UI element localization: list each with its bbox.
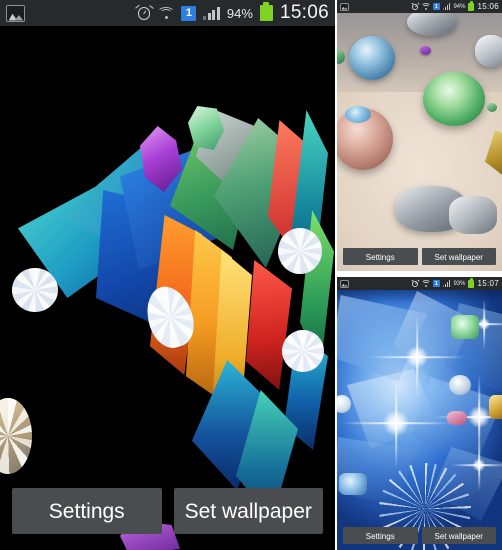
blue-diamond-scene — [337, 277, 502, 550]
sim-badge-icon: 1 — [181, 5, 197, 21]
wallpaper-preview-composite: 1 94% 15:06 Settings Set wallpaper 1 94%… — [0, 0, 502, 550]
status-bar-clock: 15:07 — [477, 279, 499, 288]
gem-gold-wedge — [485, 130, 502, 178]
battery-icon — [468, 1, 475, 11]
gem-blue — [349, 36, 395, 80]
set-wallpaper-button[interactable]: Set wallpaper — [421, 248, 496, 265]
wifi-icon — [157, 6, 176, 20]
status-bar-clock: 15:06 — [477, 2, 499, 11]
gem-green-inset — [451, 315, 479, 339]
signal-bars-icon — [203, 6, 220, 20]
gem-pink-inset — [447, 411, 467, 425]
gem-blue-cluster — [345, 106, 371, 123]
battery-percent-label: 94% — [453, 3, 466, 10]
wifi-icon — [420, 280, 431, 287]
crystal-shard-scene — [0, 0, 335, 550]
gem-amber — [0, 398, 32, 474]
gem-purple-small — [420, 46, 431, 55]
status-bar-clock: 15:06 — [279, 2, 329, 23]
alarm-clock-icon — [411, 2, 420, 10]
wifi-icon — [420, 3, 431, 10]
gallery-icon — [6, 4, 25, 22]
settings-button[interactable]: Settings — [343, 248, 418, 265]
gem-diamond-right — [278, 228, 322, 274]
gem-white-inset — [449, 375, 471, 395]
gem-diamond-lower-right — [282, 330, 324, 372]
gem-gold-inset — [489, 395, 502, 419]
status-bar-indicators: 1 94% 15:06 — [134, 2, 329, 24]
gem-blue-inset-bottom — [339, 473, 367, 495]
set-wallpaper-button[interactable]: Set wallpaper — [173, 488, 323, 534]
wallpaper-action-bar: Settings Set wallpaper — [337, 248, 502, 265]
wallpaper-gems-on-beige — [337, 0, 502, 271]
status-bar-notifications — [340, 2, 349, 11]
signal-bars-icon — [442, 280, 451, 287]
gem-green-small — [487, 103, 497, 112]
gem-grey-bottom-right — [449, 196, 497, 234]
alarm-clock-icon — [411, 279, 420, 287]
gem-green — [423, 72, 485, 126]
phone-preview-gems-beige: 1 94% 15:06 Settings Set wallpaper — [337, 0, 502, 271]
gallery-icon — [340, 279, 349, 288]
gem-white-left-edge — [337, 395, 351, 413]
status-bar: 1 94% 15:06 — [337, 0, 502, 13]
battery-icon — [259, 2, 273, 21]
status-bar: 1 93% 15:07 — [337, 277, 502, 290]
beige-gem-scene — [337, 0, 502, 271]
gem-diamond-left — [12, 268, 58, 312]
wallpaper-action-bar: Settings Set wallpaper — [0, 488, 335, 534]
status-bar: 1 94% 15:06 — [0, 0, 335, 26]
panel-divider-horizontal — [335, 271, 502, 277]
status-bar-notifications — [6, 4, 25, 22]
settings-button[interactable]: Settings — [343, 527, 418, 544]
status-bar-indicators: 1 94% 15:06 — [411, 1, 499, 11]
alarm-clock-icon — [134, 4, 153, 21]
sim-badge-icon: 1 — [432, 3, 440, 10]
set-wallpaper-button[interactable]: Set wallpaper — [421, 527, 496, 544]
phone-preview-blue-diamond: 1 93% 15:07 Settings Set wallpaper — [337, 277, 502, 550]
wallpaper-crystal-shards — [0, 0, 335, 550]
gem-white-right — [475, 35, 502, 67]
phone-preview-main: 1 94% 15:06 Settings Set wallpaper — [0, 0, 335, 550]
battery-percent-label: 94% — [226, 5, 253, 21]
battery-icon — [468, 278, 475, 288]
status-bar-indicators: 1 93% 15:07 — [411, 278, 499, 288]
status-bar-notifications — [340, 279, 349, 288]
battery-percent-label: 93% — [453, 280, 466, 287]
signal-bars-icon — [442, 3, 451, 10]
gallery-icon — [340, 2, 349, 11]
settings-button[interactable]: Settings — [12, 488, 162, 534]
wallpaper-action-bar: Settings Set wallpaper — [337, 527, 502, 544]
wallpaper-blue-diamond — [337, 277, 502, 550]
sim-badge-icon: 1 — [432, 280, 440, 287]
